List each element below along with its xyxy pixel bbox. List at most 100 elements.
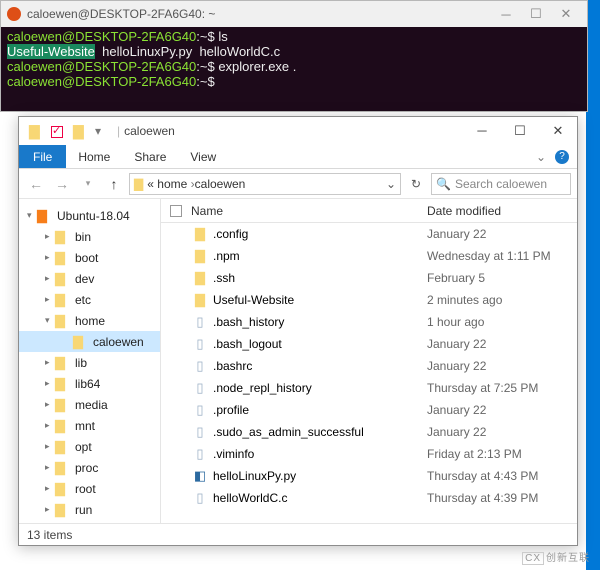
- file-row[interactable]: ▯.bash_history1 hour ago: [161, 311, 577, 333]
- back-button[interactable]: ←: [25, 176, 47, 192]
- file-row[interactable]: ▯.viminfoFriday at 2:13 PM: [161, 443, 577, 465]
- file-row[interactable]: ▯.bashrcJanuary 22: [161, 355, 577, 377]
- tree-item-lib64[interactable]: ▸▇lib64: [19, 373, 160, 394]
- chevron-right-icon[interactable]: ▸: [45, 378, 55, 389]
- terminal-title: caloewen@DESKTOP-2FA6G40: ~: [27, 7, 215, 21]
- folder-icon: ▇: [55, 229, 71, 245]
- terminal-body[interactable]: caloewen@DESKTOP-2FA6G40:~$ ls Useful-We…: [1, 27, 587, 111]
- help-icon[interactable]: ?: [555, 150, 569, 164]
- close-button[interactable]: ✕: [539, 117, 577, 145]
- chevron-right-icon[interactable]: ▸: [45, 231, 55, 242]
- folder-icon: ▇: [191, 226, 209, 242]
- chevron-right-icon[interactable]: ▸: [45, 504, 55, 515]
- file-list[interactable]: ▇ .configJanuary 22 ▇.npmWednesday at 1:11…: [161, 223, 577, 523]
- file-row[interactable]: ▇Useful-Website2 minutes ago: [161, 289, 577, 311]
- breadcrumb-segment[interactable]: home: [157, 177, 194, 191]
- ribbon-home[interactable]: Home: [66, 145, 122, 168]
- status-bar: 13 items: [19, 523, 577, 545]
- output-text: helloLinuxPy.py helloWorldC.c: [95, 44, 280, 59]
- file-name: .config: [213, 227, 427, 241]
- navigation-pane[interactable]: ▾ ▇ Ubuntu-18.04 ▸▇bin▸▇boot▸▇dev▸▇etc▾▇…: [19, 199, 161, 523]
- prompt-path: :~$: [196, 29, 218, 44]
- file-name: .bash_logout: [213, 337, 427, 351]
- tree-item-bin[interactable]: ▸▇ bin: [19, 226, 160, 247]
- tree-item-caloewen[interactable]: ▇caloewen: [19, 331, 160, 352]
- ribbon-share[interactable]: Share: [122, 145, 178, 168]
- file-row[interactable]: ▇ .configJanuary 22: [161, 223, 577, 245]
- address-dropdown-icon[interactable]: ⌄: [386, 177, 396, 191]
- chevron-right-icon[interactable]: ▸: [45, 441, 55, 452]
- search-input[interactable]: 🔍 Search caloewen: [431, 173, 571, 195]
- file-row[interactable]: ▯.node_repl_historyThursday at 7:25 PM: [161, 377, 577, 399]
- tree-item-root[interactable]: ▸▇root: [19, 478, 160, 499]
- ribbon-expand-icon[interactable]: ⌄: [529, 145, 553, 168]
- file-name: .bashrc: [213, 359, 427, 373]
- tree-label: bin: [75, 230, 91, 244]
- file-date: Thursday at 4:39 PM: [427, 491, 577, 505]
- folder-icon: ▇: [191, 248, 209, 264]
- chevron-right-icon[interactable]: ▾: [45, 315, 55, 326]
- chevron-right-icon[interactable]: ▸: [45, 420, 55, 431]
- chevron-right-icon[interactable]: ▸: [45, 252, 55, 263]
- history-dropdown-icon[interactable]: ▾: [77, 178, 99, 189]
- tree-item-opt[interactable]: ▸▇opt: [19, 436, 160, 457]
- file-row[interactable]: ▯.profileJanuary 22: [161, 399, 577, 421]
- breadcrumb-segment[interactable]: caloewen: [195, 177, 246, 191]
- explorer-titlebar[interactable]: ▇ ▇ ▾ | caloewen ─ ☐ ✕: [19, 117, 577, 145]
- tree-item-run[interactable]: ▸▇run: [19, 499, 160, 520]
- minimize-button[interactable]: ─: [491, 7, 521, 22]
- pin-icon[interactable]: [51, 124, 65, 138]
- tree-label: media: [75, 398, 108, 412]
- tree-item-proc[interactable]: ▸▇proc: [19, 457, 160, 478]
- status-text: 13 items: [27, 528, 72, 542]
- tree-item-boot[interactable]: ▸▇boot: [19, 247, 160, 268]
- tree-item-lib[interactable]: ▸▇lib: [19, 352, 160, 373]
- tree-item-etc[interactable]: ▸▇etc: [19, 289, 160, 310]
- ribbon: File Home Share View ⌄ ?: [19, 145, 577, 169]
- address-bar[interactable]: ▇ « home caloewen ⌄: [129, 173, 401, 195]
- select-all-checkbox[interactable]: [161, 204, 191, 218]
- tree-item-home[interactable]: ▾▇home: [19, 310, 160, 331]
- terminal-titlebar[interactable]: caloewen@DESKTOP-2FA6G40: ~ ─ ☐ ✕: [1, 1, 587, 27]
- maximize-button[interactable]: ☐: [521, 6, 551, 22]
- ubuntu-drive-icon: ▇: [37, 208, 53, 224]
- chevron-right-icon[interactable]: ▸: [45, 294, 55, 305]
- minimize-button[interactable]: ─: [463, 117, 501, 145]
- file-name: .sudo_as_admin_successful: [213, 425, 427, 439]
- file-date: 1 hour ago: [427, 315, 577, 329]
- file-icon: ▯: [191, 314, 209, 330]
- folder-icon: ▇: [191, 292, 209, 308]
- chevron-right-icon[interactable]: ▸: [45, 399, 55, 410]
- tree-item-media[interactable]: ▸▇media: [19, 394, 160, 415]
- tree-item-mnt[interactable]: ▸▇mnt: [19, 415, 160, 436]
- file-row[interactable]: ▯helloWorldC.cThursday at 4:39 PM: [161, 487, 577, 509]
- column-date[interactable]: Date modified: [427, 204, 577, 218]
- maximize-button[interactable]: ☐: [501, 117, 539, 145]
- forward-button[interactable]: →: [51, 176, 73, 192]
- chevron-right-icon[interactable]: ▸: [45, 273, 55, 284]
- chevron-right-icon[interactable]: ▸: [45, 483, 55, 494]
- tree-root[interactable]: ▾ ▇ Ubuntu-18.04: [19, 205, 160, 226]
- file-row[interactable]: ▯.sudo_as_admin_successfulJanuary 22: [161, 421, 577, 443]
- chevron-right-icon[interactable]: ▸: [45, 462, 55, 473]
- ribbon-file[interactable]: File: [19, 145, 66, 168]
- file-row[interactable]: ◧helloLinuxPy.pyThursday at 4:43 PM: [161, 465, 577, 487]
- refresh-button[interactable]: ↻: [405, 177, 427, 191]
- close-button[interactable]: ✕: [551, 6, 581, 22]
- file-row[interactable]: ▇.npmWednesday at 1:11 PM: [161, 245, 577, 267]
- window-title: caloewen: [124, 124, 175, 138]
- file-row[interactable]: ▯.bash_logoutJanuary 22: [161, 333, 577, 355]
- up-button[interactable]: ↑: [103, 176, 125, 192]
- overflow-icon[interactable]: ▾: [95, 124, 109, 138]
- chevron-down-icon[interactable]: ▾: [27, 210, 37, 221]
- file-date: February 5: [427, 271, 577, 285]
- file-icon: ▯: [191, 402, 209, 418]
- tree-item-dev[interactable]: ▸▇dev: [19, 268, 160, 289]
- file-row[interactable]: ▇.sshFebruary 5: [161, 267, 577, 289]
- column-name[interactable]: Name: [191, 204, 427, 218]
- file-date: January 22: [427, 227, 577, 241]
- ribbon-view[interactable]: View: [178, 145, 228, 168]
- folder-icon: ▇: [55, 418, 71, 434]
- chevron-right-icon[interactable]: ▸: [45, 357, 55, 368]
- tree-label: lib64: [75, 377, 100, 391]
